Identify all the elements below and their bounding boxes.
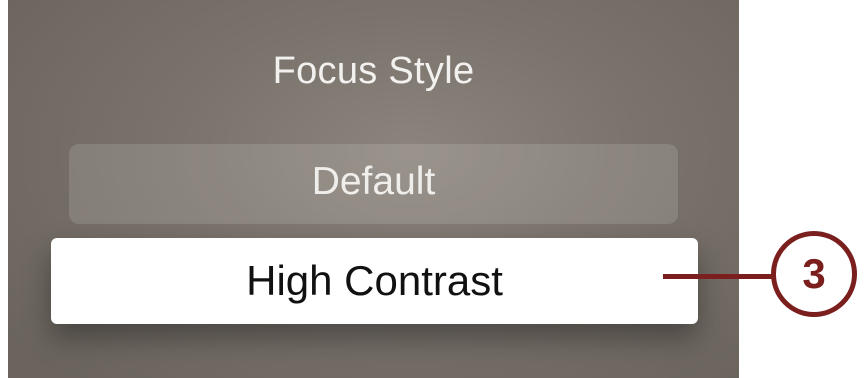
option-default-label: Default	[311, 160, 436, 203]
option-high-contrast-label: High Contrast	[246, 257, 503, 304]
callout-number: 3	[802, 250, 826, 297]
callout-number-badge: 3	[771, 231, 857, 317]
screenshot-stage: Focus Style Default High Contrast 3	[0, 0, 868, 378]
panel-title: Focus Style	[272, 50, 475, 92]
option-high-contrast[interactable]: High Contrast	[51, 238, 698, 324]
option-default[interactable]: Default	[69, 144, 678, 224]
callout-leader-line	[663, 274, 775, 279]
